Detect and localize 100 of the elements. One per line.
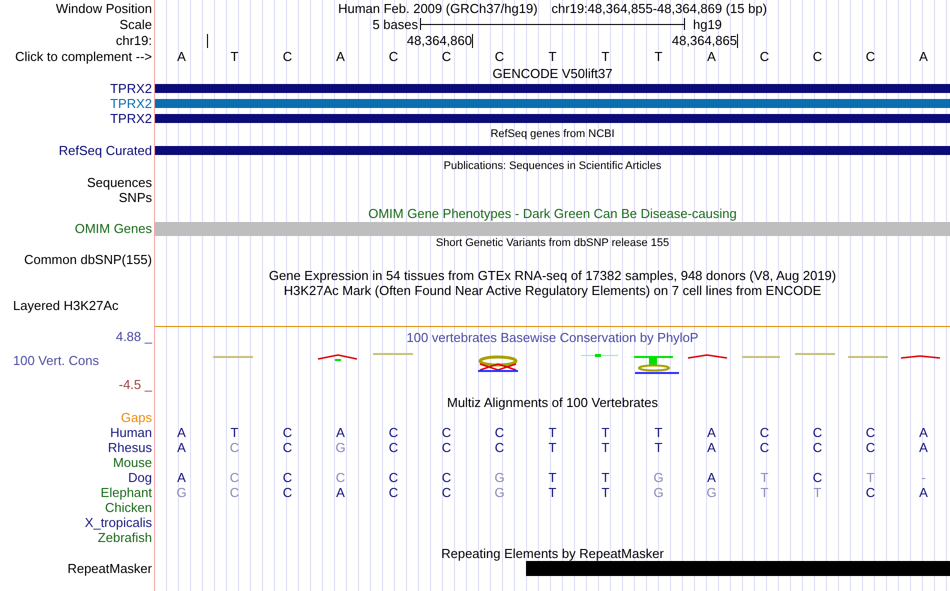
base-letter[interactable]: A: [314, 49, 367, 64]
aligned-base: C: [758, 440, 770, 455]
row-label: chr19:: [116, 32, 152, 48]
track-title: Multiz Alignments of 100 Vertebrates: [446, 394, 658, 410]
aligned-base: C: [388, 440, 400, 455]
aligned-base: T: [548, 485, 558, 500]
aligned-base: C: [388, 470, 400, 485]
aligned-base: G: [652, 485, 665, 500]
aligned-base: G: [334, 440, 347, 455]
track-label[interactable]: RepeatMasker: [67, 561, 152, 576]
base-letter[interactable]: C: [367, 49, 420, 64]
track-label[interactable]: TPRX2: [110, 111, 152, 126]
aligned-base: C: [440, 440, 452, 455]
aligned-base: C: [812, 470, 824, 485]
track-title: H3K27Ac Mark (Often Found Near Active Regulatory Elements) on 7 cell lines from ENCODE: [284, 283, 822, 298]
ruler-tick: [207, 34, 208, 48]
phenotype-bar[interactable]: [155, 222, 950, 236]
aligned-base: C: [812, 425, 824, 440]
track-label[interactable]: Sequences: [86, 175, 152, 190]
gene-bar[interactable]: [155, 146, 950, 155]
track-label[interactable]: RefSeq Curated: [58, 143, 152, 158]
aligned-base: A: [918, 485, 929, 500]
track-label[interactable]: 100 Vert. Cons: [0, 353, 99, 368]
repeat-segment[interactable]: [897, 561, 950, 576]
row-label: Window Position: [56, 0, 152, 16]
aligned-base: T: [654, 425, 664, 440]
aligned-base: G: [493, 485, 506, 500]
species-label[interactable]: X_tropicalis: [84, 515, 152, 530]
base-letter[interactable]: C: [473, 49, 526, 64]
aligned-base: A: [706, 440, 717, 455]
aligned-base: C: [282, 440, 294, 455]
aligned-base: G: [652, 470, 665, 485]
track-title: 100 vertebrates Basewise Conservation by PhyloP: [406, 330, 698, 345]
base-letter[interactable]: C: [261, 49, 314, 64]
gene-bar[interactable]: [155, 84, 950, 93]
track-label[interactable]: TPRX2: [110, 96, 152, 111]
base-letter[interactable]: T: [579, 49, 632, 64]
aligned-base: T: [548, 470, 558, 485]
track-label[interactable]: TPRX2: [110, 81, 152, 96]
base-letter[interactable]: C: [791, 49, 844, 64]
position-text: chr19:48,364,855-48,364,869 (15 bp): [552, 0, 767, 16]
aligned-base: C: [864, 485, 876, 500]
species-label[interactable]: Mouse: [112, 455, 152, 470]
base-letter[interactable]: A: [155, 49, 208, 64]
track-label[interactable]: OMIM Genes: [74, 221, 152, 236]
aligned-base: T: [548, 440, 558, 455]
aligned-base: T: [654, 440, 664, 455]
complement-link[interactable]: Click to complement -->: [15, 49, 152, 64]
base-letter[interactable]: T: [208, 49, 261, 64]
aligned-base: C: [228, 440, 240, 455]
base-letter[interactable]: T: [632, 49, 685, 64]
aligned-base: C: [388, 485, 400, 500]
aligned-base: T: [760, 470, 770, 485]
aligned-base: A: [918, 440, 929, 455]
species-label[interactable]: Human: [110, 425, 152, 440]
aligned-base: A: [706, 425, 717, 440]
aligned-base: A: [176, 440, 187, 455]
assembly-title: Human Feb. 2009 (GRCh37/hg19): [338, 0, 538, 16]
aligned-base: A: [335, 425, 346, 440]
aligned-base: C: [228, 470, 240, 485]
gene-bar[interactable]: [155, 114, 950, 123]
aligned-base: T: [866, 470, 876, 485]
aligned-base: T: [600, 485, 610, 500]
species-label[interactable]: Zebrafish: [98, 530, 152, 545]
aligned-base: C: [334, 470, 346, 485]
base-letter[interactable]: A: [685, 49, 738, 64]
aligned-base: G: [493, 470, 506, 485]
track-title: Publications: Sequences in Scientific Articles: [444, 159, 662, 174]
track-title: GENCODE V50lift37: [492, 66, 612, 80]
track-label[interactable]: SNPs: [118, 190, 152, 205]
base-letter[interactable]: C: [420, 49, 473, 64]
aligned-base: A: [918, 425, 929, 440]
aligned-base: C: [812, 440, 824, 455]
aligned-base: A: [176, 470, 187, 485]
aligned-base: C: [494, 440, 506, 455]
track-label[interactable]: Layered H3K27Ac: [13, 298, 119, 313]
species-label[interactable]: Elephant: [100, 485, 152, 500]
repeat-segment[interactable]: [526, 561, 579, 576]
aligned-base: A: [706, 470, 717, 485]
ruler-coordinate: 48,364,860: [406, 33, 472, 48]
aligned-base: C: [282, 425, 294, 440]
ruler-tick: [472, 34, 473, 48]
gene-bar[interactable]: [155, 99, 950, 108]
aligned-base: T: [600, 470, 610, 485]
aligned-base: C: [228, 485, 240, 500]
aligned-base: A: [176, 425, 187, 440]
species-label[interactable]: Chicken: [105, 500, 152, 515]
base-letter[interactable]: A: [897, 49, 950, 64]
base-letter[interactable]: T: [526, 49, 579, 64]
base-letter[interactable]: C: [844, 49, 897, 64]
aligned-base: C: [282, 470, 294, 485]
row-label: Scale: [119, 16, 152, 32]
track-title: Gene Expression in 54 tissues from GTEx RNA-seq of 17382 samples, 948 donors (V8, Aug 2019): [268, 268, 836, 282]
aligned-base: T: [548, 425, 558, 440]
species-label[interactable]: Dog: [128, 470, 152, 485]
base-letter[interactable]: C: [738, 49, 791, 64]
species-label[interactable]: Rhesus: [108, 440, 152, 455]
aligned-base: C: [758, 425, 770, 440]
aligned-base: C: [440, 425, 452, 440]
track-label[interactable]: Common dbSNP(155): [24, 252, 152, 267]
